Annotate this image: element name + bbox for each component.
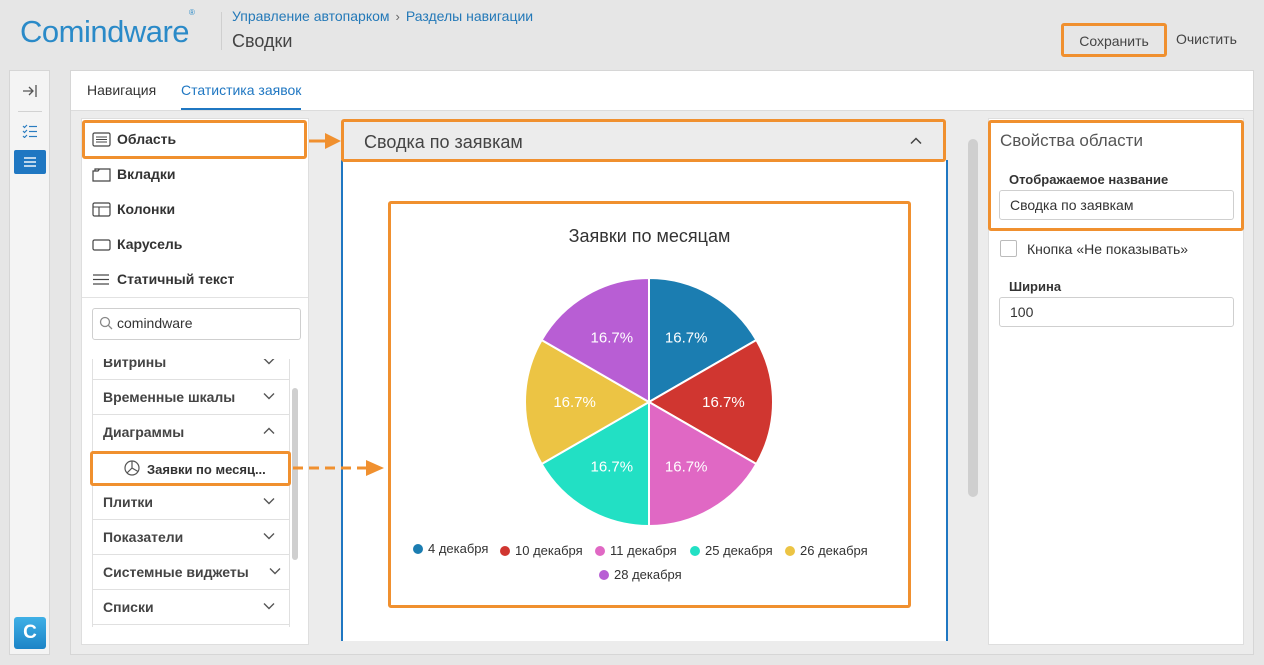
text-lines-icon (92, 272, 111, 287)
clear-button[interactable]: Очистить (1176, 31, 1237, 47)
group-indicators[interactable]: Показатели (93, 520, 289, 555)
chevron-down-icon (263, 494, 275, 506)
legend-dot (595, 545, 605, 556)
legend-label: 4 декабря (428, 541, 489, 556)
properties-highlight (988, 120, 1244, 231)
component-label: Колонки (117, 201, 176, 217)
group-label: Диаграммы (103, 424, 185, 440)
component-label: Карусель (117, 236, 183, 252)
group-charts[interactable]: Диаграммы (93, 415, 289, 450)
header: Comindware® Управление автопарком › Разд… (0, 0, 1264, 68)
component-carousel[interactable]: Карусель (92, 229, 182, 259)
breadcrumb: Управление автопарком › Разделы навигаци… (232, 8, 533, 24)
legend-dot (785, 545, 795, 556)
header-divider (221, 12, 222, 50)
folder-tabs-icon (92, 167, 111, 182)
breadcrumb-item[interactable]: Управление автопарком (232, 8, 390, 24)
panel-divider (82, 297, 308, 298)
chart-title: Заявки по месяцам (568, 226, 731, 246)
search-icon (99, 316, 115, 332)
hide-button-label: Кнопка «Не показывать» (1027, 241, 1189, 257)
legend-dot (413, 543, 423, 554)
component-static-text[interactable]: Статичный текст (92, 264, 234, 294)
pie-slice-label: 16.7% (665, 458, 708, 475)
pie-slice-label: 16.7% (702, 394, 745, 411)
pie-chart-icon (123, 459, 141, 477)
carousel-icon (92, 237, 111, 252)
pie-slice-label: 16.7% (591, 330, 634, 347)
group-label: Временные шкалы (103, 389, 236, 405)
width-field[interactable]: 100 (999, 297, 1234, 327)
menu-lines-icon[interactable] (14, 150, 46, 174)
legend-item[interactable]: 28 декабря (599, 567, 682, 582)
group-showcases[interactable]: Витрины (93, 359, 289, 380)
group-timelines[interactable]: Временные шкалы (93, 380, 289, 415)
legend-label: 28 декабря (614, 567, 682, 582)
legend-item[interactable]: 11 декабря (595, 543, 677, 558)
legend-dot (690, 545, 700, 556)
app-logo-icon[interactable]: C (14, 617, 46, 649)
group-label: Системные виджеты (103, 564, 249, 580)
hide-button-checkbox[interactable] (1000, 240, 1017, 257)
tab-request-statistics[interactable]: Статистика заявок (181, 82, 302, 110)
legend-item[interactable]: 25 декабря (690, 543, 773, 558)
legend-dot (599, 569, 609, 580)
page-title: Сводки (232, 31, 293, 51)
legend-item[interactable]: 10 декабря (500, 543, 583, 558)
component-columns[interactable]: Колонки (92, 194, 175, 224)
area-header[interactable]: Сводка по заявкам (341, 119, 946, 162)
pie-chart: 16.7% 16.7% 16.7% 16.7% 16.7% 16.7% (524, 276, 774, 528)
checklist-icon[interactable] (14, 119, 46, 143)
components-scrollbar[interactable] (292, 388, 298, 560)
group-label: Списки (103, 599, 154, 615)
columns-icon (92, 201, 111, 217)
legend-item[interactable]: 26 декабря (785, 543, 868, 558)
search-input[interactable] (117, 315, 287, 331)
legend-label: 10 декабря (515, 543, 583, 558)
group-tiles[interactable]: Плитки (93, 485, 289, 520)
chevron-down-icon (263, 529, 275, 541)
comindware-logo[interactable]: Comindware® (20, 8, 195, 50)
chevron-down-icon (269, 564, 281, 576)
chevron-up-icon[interactable] (909, 134, 923, 148)
chevron-up-icon (263, 424, 275, 436)
component-search[interactable] (92, 308, 301, 340)
legend-label: 26 декабря (800, 543, 868, 558)
chevron-down-icon (263, 389, 275, 401)
chevron-down-icon (263, 359, 275, 366)
component-tabs[interactable]: Вкладки (92, 159, 175, 189)
pie-slice-label: 16.7% (665, 330, 708, 347)
component-label: Статичный текст (117, 271, 235, 287)
group-label: Витрины (103, 359, 167, 370)
group-label: Плитки (103, 494, 154, 510)
chart-widget[interactable]: Заявки по месяцам 16.7% 16.7% 16.7% 16.7% 16… (388, 201, 911, 608)
chevron-right-icon: › (395, 8, 400, 24)
left-rail: C (9, 70, 50, 655)
group-lists[interactable]: Списки (93, 590, 289, 625)
canvas-scrollbar[interactable] (968, 139, 978, 497)
chart-item-label: Заявки по месяц... (147, 462, 266, 477)
collapse-arrow-icon[interactable] (14, 79, 46, 103)
pie-slice-label: 16.7% (553, 394, 596, 411)
area-highlight (82, 120, 307, 159)
legend-item[interactable]: 4 декабря (413, 541, 488, 556)
width-label: Ширина (1009, 279, 1062, 294)
breadcrumb-item[interactable]: Разделы навигации (406, 8, 533, 24)
group-label: Показатели (103, 529, 184, 545)
legend-label: 25 декабря (705, 543, 773, 558)
tab-bar: Навигация Статистика заявок (71, 71, 1253, 111)
components-panel: Область Вкладки Колонки Карусель Статичн… (81, 118, 309, 645)
chart-item-requests-by-month[interactable]: Заявки по месяц... (90, 451, 291, 486)
pie-slice-label: 16.7% (591, 458, 634, 475)
tab-navigation[interactable]: Навигация (87, 82, 156, 98)
group-list: Витрины Временные шкалы Диаграммы Плитки… (92, 359, 290, 627)
component-label: Вкладки (117, 166, 176, 182)
save-button[interactable]: Сохранить (1061, 23, 1167, 57)
legend-dot (500, 545, 510, 556)
chevron-down-icon (263, 599, 275, 611)
area-title: Сводка по заявкам (364, 132, 523, 152)
group-system-widgets[interactable]: Системные виджеты (93, 555, 289, 590)
rail-divider (18, 111, 42, 112)
legend-label: 11 декабря (610, 543, 677, 558)
